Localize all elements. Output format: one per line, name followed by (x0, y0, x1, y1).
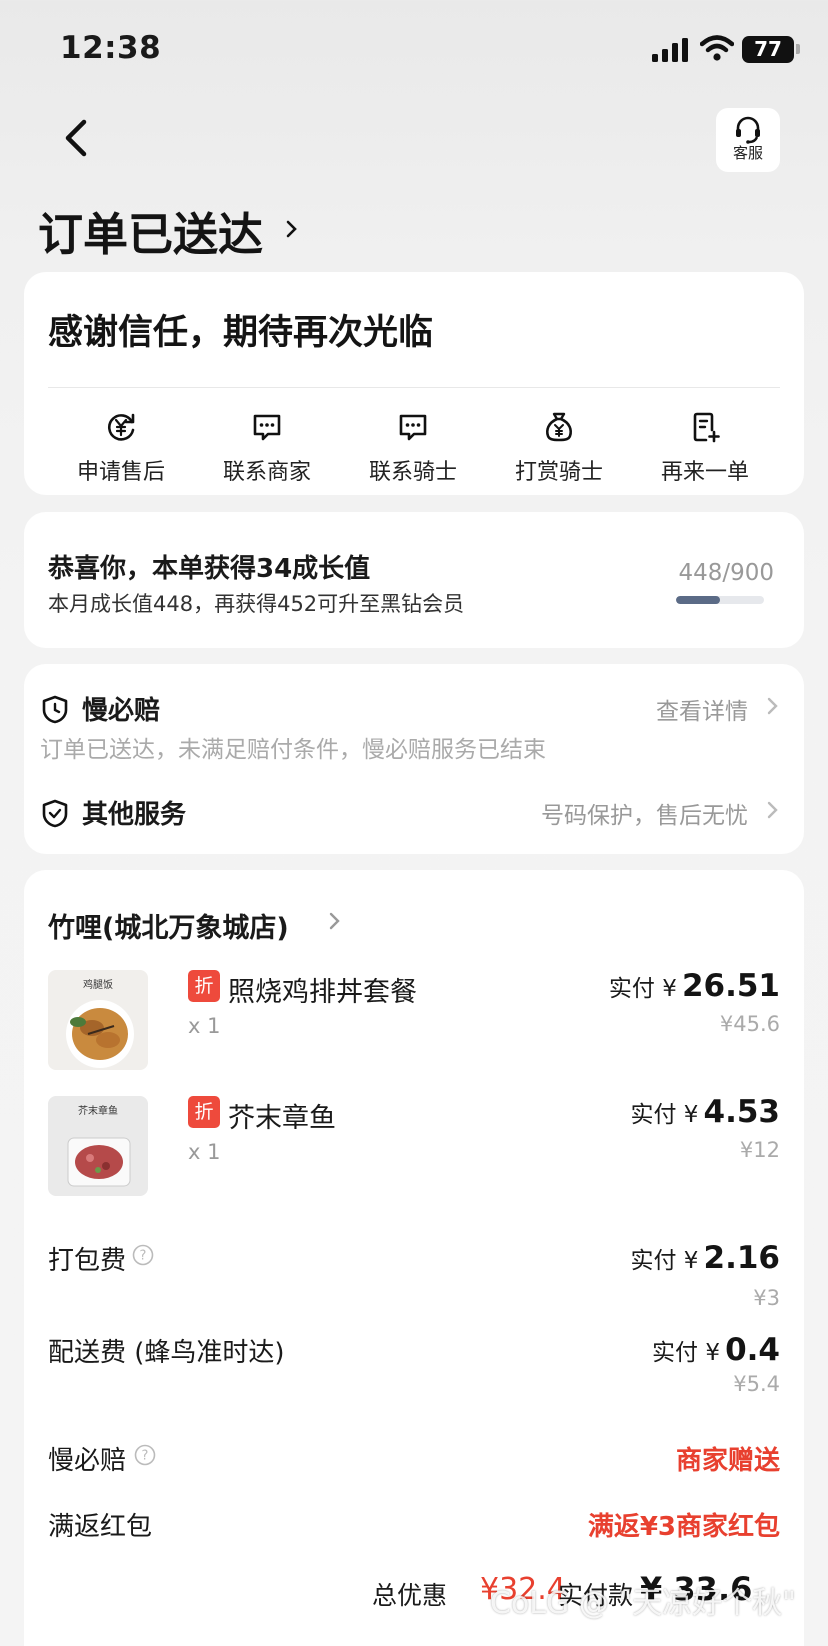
watermark: CoLG @ "天凉好个秋" (490, 1586, 796, 1621)
other-services-title: 其他服务 (82, 800, 187, 830)
slow-pay-description: 订单已送达，未满足赔付条件，慢必赔服务已结束 (40, 737, 546, 763)
chevron-right-icon[interactable] (766, 798, 780, 822)
customer-service-label: 客服 (732, 144, 763, 162)
contact-merchant-button[interactable]: 联系商家 (194, 410, 340, 486)
status-time: 12:38 (60, 30, 162, 66)
battery-cap (796, 44, 800, 54)
yen-refresh-icon (108, 413, 135, 441)
svg-text:?: ? (140, 1249, 147, 1264)
discount-badge: 折 (188, 970, 220, 1002)
red-packet-value: 满返¥3商家红包 (587, 1512, 780, 1542)
svg-text:?: ? (142, 1449, 149, 1464)
clock-icon (42, 695, 68, 724)
delivery-fee-paid: 实付 ¥ 0.4 (652, 1332, 780, 1368)
reorder-icon (693, 412, 720, 443)
growth-progress-fill (676, 596, 720, 604)
help-icon[interactable]: ? (132, 1244, 154, 1266)
item-name: 芥末章鱼 (228, 1103, 336, 1134)
item-quantity: x 1 (188, 1014, 221, 1038)
item-paid: 实付 ¥ 26.51 (609, 968, 780, 1004)
food-image (67, 1137, 131, 1187)
money-bag-icon (545, 412, 573, 442)
food-image (66, 1000, 134, 1068)
paid-prefix: 实付 ¥ (652, 1340, 720, 1366)
item-paid: 实付 ¥ 4.53 (630, 1094, 780, 1130)
action-label: 再来一单 (660, 460, 749, 485)
item-thumbnail: 芥末章鱼 (48, 1096, 148, 1196)
paid-prefix: 实付 ¥ (608, 976, 677, 1002)
item-name: 照烧鸡排丼套餐 (228, 977, 417, 1008)
reorder-button[interactable]: 再来一单 (632, 410, 778, 486)
total-discount-label: 总优惠 (372, 1581, 448, 1610)
action-label: 联系骑士 (368, 460, 457, 485)
paid-amount: 4.53 (703, 1094, 781, 1130)
packing-fee-paid: 实付 ¥ 2.16 (630, 1240, 780, 1276)
other-services-summary[interactable]: 号码保护，售后无忧 (541, 796, 748, 830)
item-original-price: ¥45.6 (719, 1012, 780, 1036)
order-item[interactable]: 芥末章鱼 折 芥末章鱼 x 1 实付 ¥ 4.53 ¥12 (48, 1094, 780, 1196)
action-label: 打赏骑士 (514, 460, 603, 485)
discount-badge: 折 (188, 1096, 220, 1128)
slow-pay-label: 慢必赔 (48, 1446, 127, 1476)
store-name[interactable]: 竹哩(城北万象城店) (48, 906, 289, 945)
chevron-right-icon[interactable] (766, 694, 780, 718)
services-card: 慢必赔 查看详情 订单已送达，未满足赔付条件，慢必赔服务已结束 其他服务 号码保… (24, 664, 804, 854)
after-sales-button[interactable]: 申请售后 (48, 410, 194, 486)
help-icon[interactable]: ? (134, 1444, 156, 1466)
paid-amount: 0.4 (725, 1332, 780, 1368)
growth-subtitle: 本月成长值448，再获得452可升至黑钻会员 (48, 592, 465, 616)
red-packet-label: 满返红包 (48, 1512, 153, 1542)
slow-pay-value: 商家赠送 (675, 1446, 780, 1476)
packing-fee-label: 打包费 (48, 1246, 127, 1276)
paid-prefix: 实付 ¥ (630, 1248, 699, 1274)
tip-rider-button[interactable]: 打赏骑士 (486, 410, 632, 486)
action-label: 申请售后 (76, 460, 165, 485)
item-thumbnail: 鸡腿饭 (48, 970, 148, 1070)
order-item[interactable]: 鸡腿饭 折 照烧鸡排丼套餐 x 1 实付 ¥ 26.51 ¥45.6 (48, 968, 780, 1070)
chevron-right-icon[interactable] (285, 216, 299, 242)
delivery-fee-original: ¥5.4 (733, 1372, 780, 1396)
slow-pay-title: 慢必赔 (82, 696, 161, 726)
item-quantity: x 1 (188, 1140, 221, 1164)
paid-amount: 26.51 (681, 968, 780, 1004)
chevron-right-icon[interactable] (328, 908, 342, 934)
item-original-price: ¥12 (739, 1138, 780, 1162)
slow-pay-details-link[interactable]: 查看详情 (656, 692, 748, 726)
quick-actions: 申请售后 联系商家 联系骑士 打赏骑士 再来一单 (24, 410, 804, 486)
headset-icon (736, 116, 760, 144)
customer-service-button[interactable]: 客服 (716, 108, 780, 172)
shield-check-icon (42, 799, 68, 828)
contact-rider-button[interactable]: 联系骑士 (340, 410, 486, 486)
paid-amount: 2.16 (703, 1240, 781, 1276)
thanks-message: 感谢信任，期待再次光临 (48, 313, 434, 353)
wifi-icon (700, 35, 734, 61)
thanks-card: 感谢信任，期待再次光临 申请售后 联系商家 联系骑士 打赏骑士 再来一单 (24, 272, 804, 495)
growth-progress-bar (676, 596, 764, 604)
back-arrow-icon[interactable] (58, 114, 98, 162)
chat-bubble-icon (399, 414, 427, 441)
growth-title: 恭喜你，本单获得34成长值 (48, 554, 371, 584)
page-title[interactable]: 订单已送达 (38, 198, 263, 263)
battery-indicator: 77 (742, 36, 794, 63)
growth-progress-text: 448/900 (678, 560, 774, 586)
action-label: 联系商家 (222, 460, 311, 485)
status-bar: 12:38 77 (0, 0, 828, 100)
delivery-fee-label: 配送费 (蜂鸟准时达) (48, 1338, 285, 1368)
chat-bubble-icon (253, 414, 281, 441)
cellular-signal-icon (652, 38, 688, 62)
packing-fee-original: ¥3 (753, 1286, 780, 1310)
growth-card[interactable]: 恭喜你，本单获得34成长值 本月成长值448，再获得452可升至黑钻会员 448… (24, 512, 804, 648)
paid-prefix: 实付 ¥ (630, 1102, 699, 1128)
divider (48, 387, 780, 388)
